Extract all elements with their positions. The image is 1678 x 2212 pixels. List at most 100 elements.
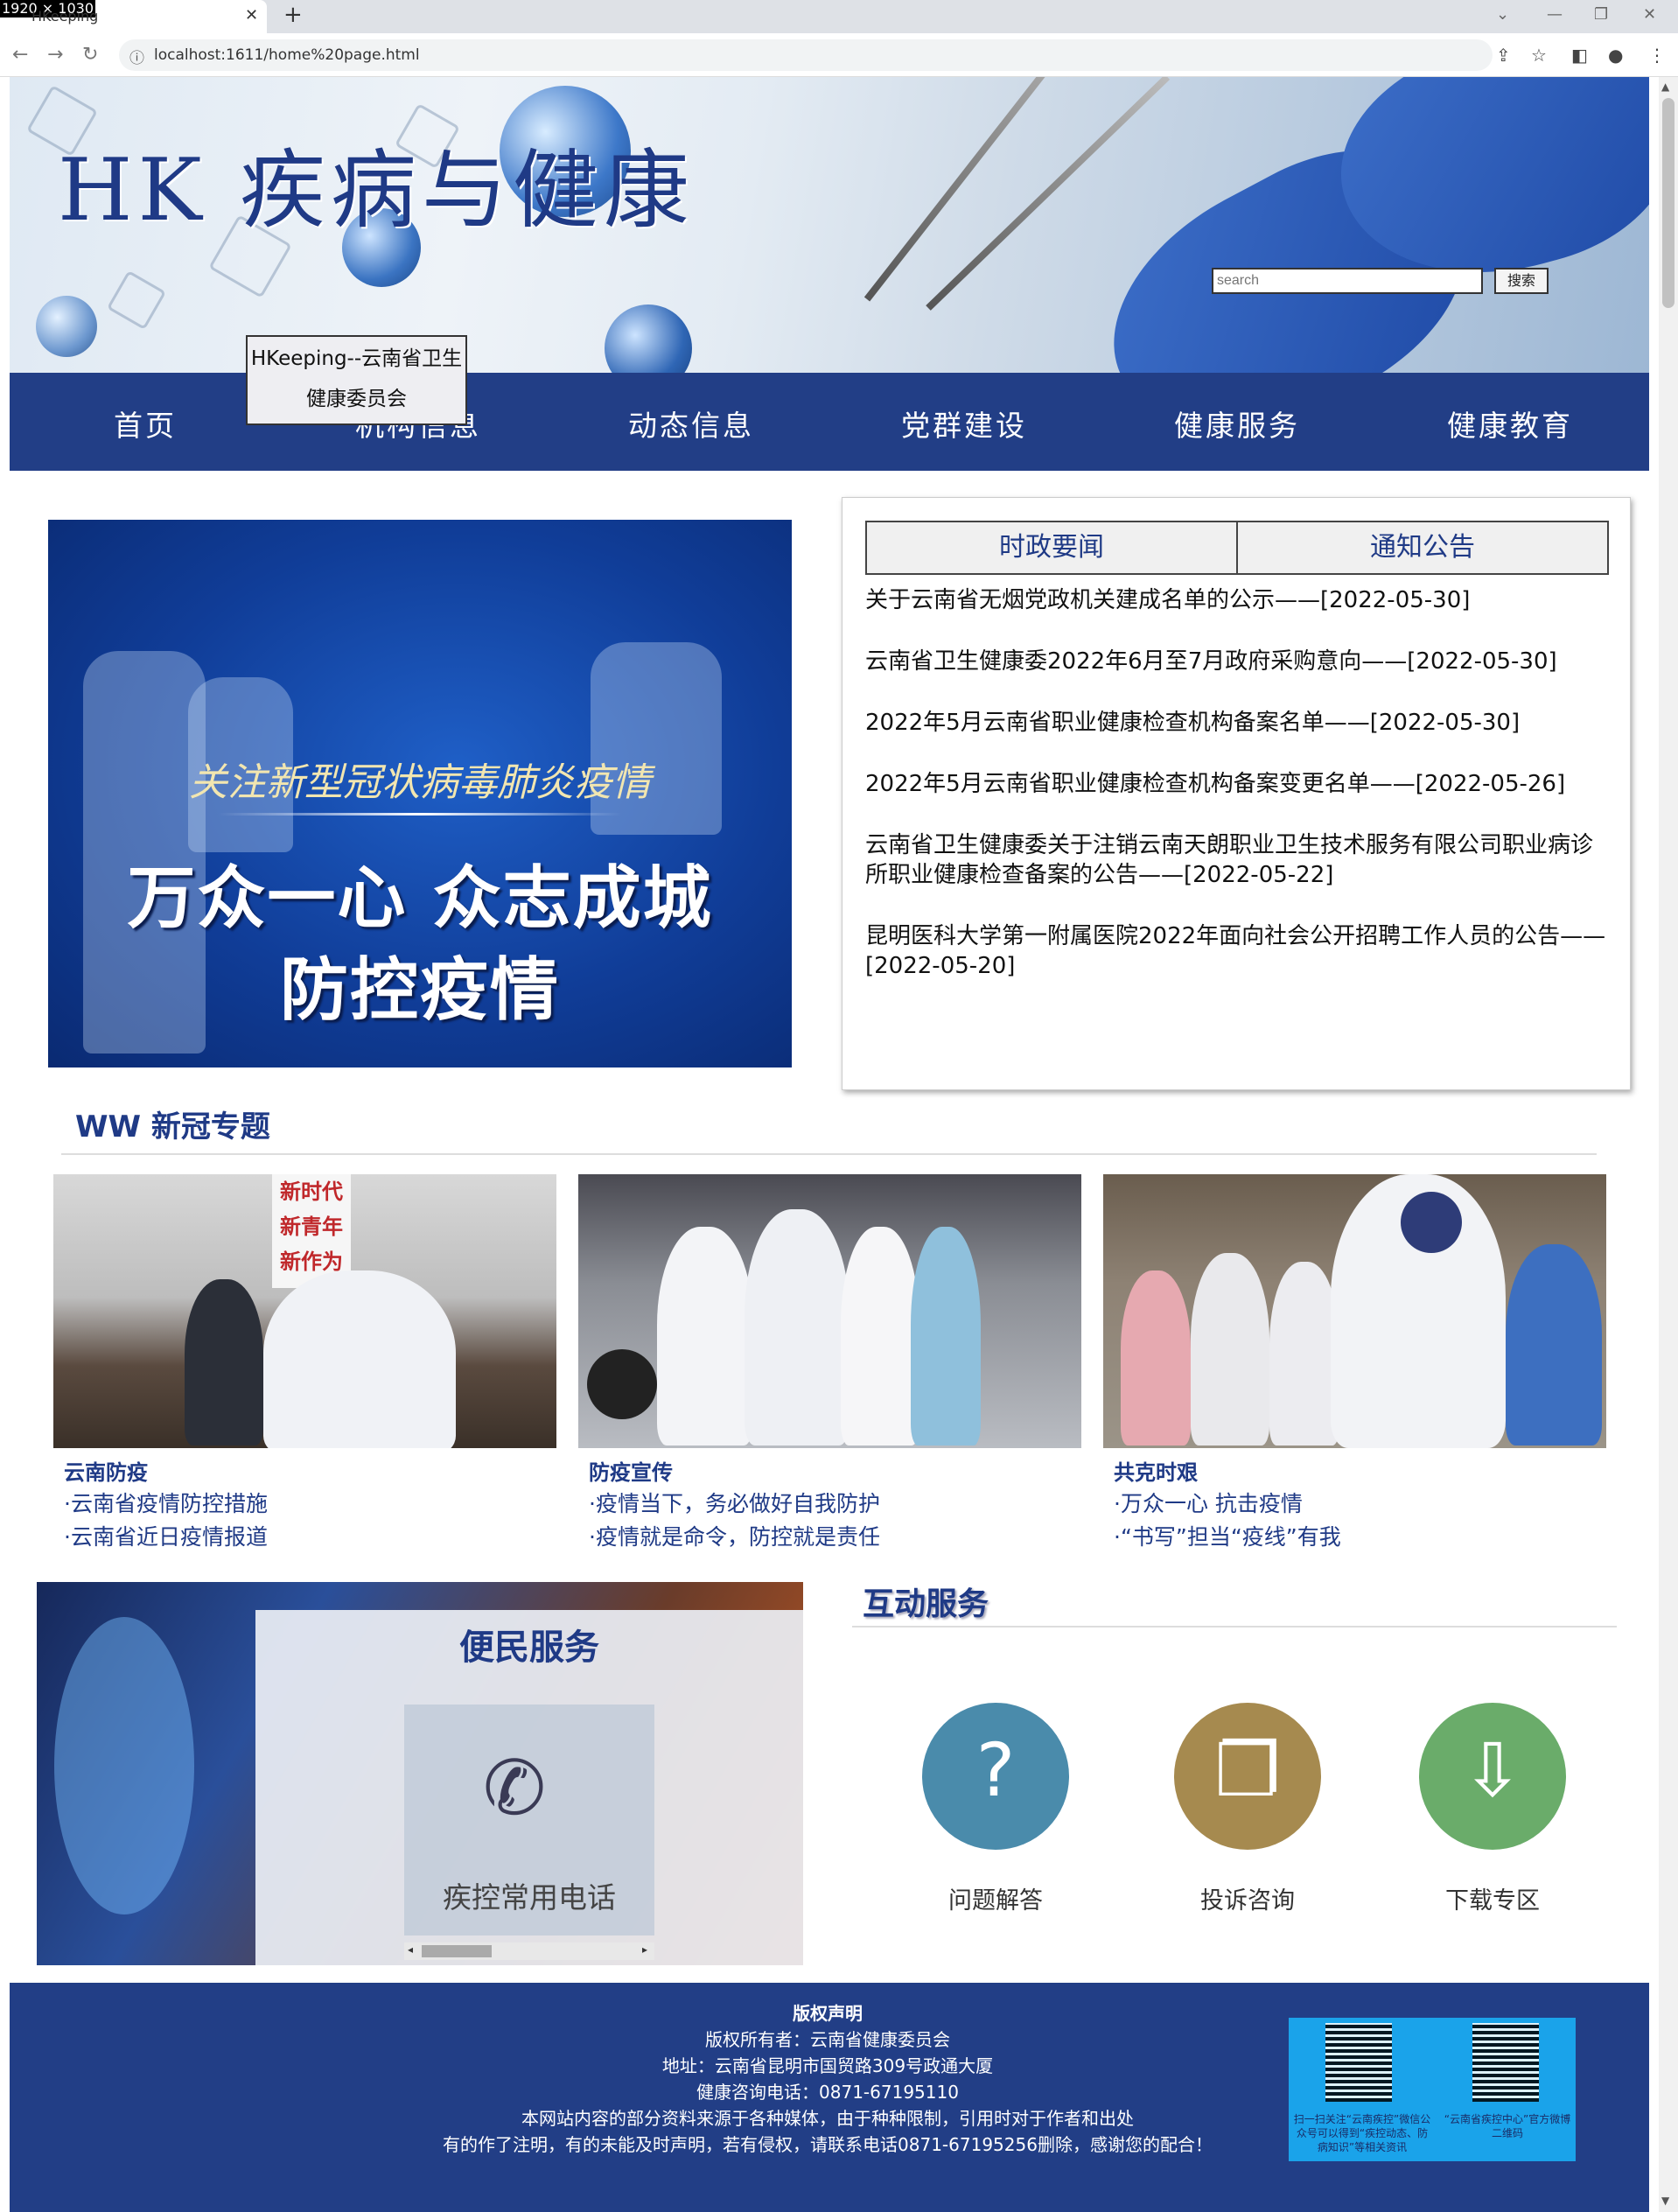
url-bar[interactable]: ⓘ localhost:1611/home%20page.html bbox=[119, 39, 1493, 71]
scroll-up-icon[interactable]: ▲ bbox=[1661, 80, 1669, 93]
new-tab-icon[interactable]: + bbox=[283, 2, 303, 28]
tab-announcements[interactable]: 通知公告 bbox=[1236, 521, 1609, 575]
topic-link[interactable]: ·云南省近日疫情报道 bbox=[64, 1522, 556, 1552]
back-icon[interactable]: ← bbox=[12, 44, 28, 66]
site-info-icon[interactable]: ⓘ bbox=[129, 46, 144, 67]
nav-item-health-services[interactable]: 健康服务 bbox=[1150, 402, 1325, 444]
download-label[interactable]: 下载专区 bbox=[1405, 1881, 1580, 1915]
chat-bubbles-icon: ❐ bbox=[1214, 1727, 1281, 1813]
tab-close-icon[interactable]: ✕ bbox=[245, 6, 258, 24]
search-input[interactable] bbox=[1212, 268, 1483, 294]
scroll-right-icon[interactable]: ▸ bbox=[642, 1943, 647, 1956]
section-divider bbox=[852, 1626, 1617, 1628]
menu-kebab-icon[interactable]: ⋮ bbox=[1648, 45, 1666, 66]
browser-tab[interactable]: 1920 × 1030 HKeeping ✕ bbox=[0, 0, 267, 33]
topic-caption[interactable]: 云南防疫 bbox=[64, 1455, 556, 1486]
news-item[interactable]: 云南省卫生健康委2022年6月至7月政府采购意向——[2022-05-30] bbox=[865, 647, 1609, 676]
qa-label[interactable]: 问题解答 bbox=[908, 1881, 1083, 1915]
restore-icon[interactable]: ❐ bbox=[1594, 5, 1608, 24]
molecule-decoration bbox=[106, 270, 167, 331]
news-item[interactable]: 2022年5月云南省职业健康检查机构备案名单——[2022-05-30] bbox=[865, 708, 1609, 738]
person-figure bbox=[657, 1227, 753, 1446]
url-text[interactable]: localhost:1611/home%20page.html bbox=[154, 46, 420, 64]
service-scroll-thumb[interactable] bbox=[422, 1945, 492, 1957]
download-button[interactable]: ⇩ bbox=[1419, 1703, 1566, 1850]
complaint-label[interactable]: 投诉咨询 bbox=[1160, 1881, 1335, 1915]
nav-item-health-education[interactable]: 健康教育 bbox=[1423, 402, 1598, 444]
person-figure bbox=[1121, 1270, 1191, 1446]
header-banner: HK 疾病与健康 bbox=[10, 77, 1649, 373]
news-panel: 时政要闻 通知公告 关于云南省无烟党政机关建成名单的公示——[2022-05-3… bbox=[842, 497, 1631, 1090]
news-item[interactable]: 昆明医科大学第一附属医院2022年面向社会公开招聘工作人员的公告——[2022-… bbox=[865, 921, 1609, 981]
bookmark-star-icon[interactable]: ☆ bbox=[1531, 45, 1547, 66]
hero-slogan: 万众一心 众志成城 bbox=[127, 859, 713, 938]
scroll-down-icon[interactable]: ▼ bbox=[1661, 2194, 1669, 2207]
scroll-left-icon[interactable]: ◂ bbox=[408, 1943, 413, 1956]
topic-card-together[interactable]: 共克时艰 ·万众一心 抗击疫情 ·“书写”担当“疫线”有我 bbox=[1103, 1174, 1606, 1552]
nav-item-news[interactable]: 动态信息 bbox=[604, 402, 779, 444]
hover-tooltip: HKeeping--云南省卫生 健康委员会 bbox=[246, 335, 467, 425]
person-figure bbox=[1506, 1244, 1602, 1446]
wechat-qr-code bbox=[1325, 2023, 1392, 2102]
person-figure bbox=[1191, 1253, 1269, 1446]
tooltip-line: 健康委员会 bbox=[306, 388, 407, 410]
section-divider bbox=[61, 1153, 1597, 1155]
topic-image[interactable] bbox=[1103, 1174, 1606, 1448]
topic-image[interactable]: 新时代 新青年 新作为 bbox=[53, 1174, 556, 1448]
reload-icon[interactable]: ↻ bbox=[82, 44, 98, 66]
address-toolbar: ← → ↻ ⓘ localhost:1611/home%20page.html … bbox=[0, 33, 1678, 77]
topic-link[interactable]: ·云南省疫情防控措施 bbox=[64, 1489, 556, 1519]
complaint-button[interactable]: ❐ bbox=[1174, 1703, 1321, 1850]
footer: 版权声明 版权所有者：云南省健康委员会 地址：云南省昆明市国贸路309号政通大厦… bbox=[10, 1983, 1649, 2212]
qa-button[interactable]: ? bbox=[922, 1703, 1069, 1850]
topic-card-propaganda[interactable]: 防疫宣传 ·疫情当下，务必做好自我防护 ·疫情就是命令，防控就是责任 bbox=[578, 1174, 1081, 1552]
topic-image[interactable] bbox=[578, 1174, 1081, 1448]
topic-link[interactable]: ·疫情就是命令，防控就是责任 bbox=[589, 1522, 1081, 1552]
news-item[interactable]: 关于云南省无烟党政机关建成名单的公示——[2022-05-30] bbox=[865, 585, 1609, 615]
hero-subtitle: 关注新型冠状病毒肺炎疫情 bbox=[189, 760, 651, 805]
interactive-section-title: 互动服务 bbox=[863, 1586, 989, 1622]
minimize-icon[interactable]: — bbox=[1547, 5, 1563, 24]
profile-avatar-icon[interactable]: ● bbox=[1608, 45, 1623, 66]
sidebar-icon[interactable]: ◧ bbox=[1571, 45, 1588, 66]
qr-caption: 扫一扫关注“云南疾控”微信公众号可以得到“疾控动态、防病知识”等相关资讯 bbox=[1293, 2113, 1431, 2153]
tooltip-line: HKeeping--云南省卫生 bbox=[250, 347, 463, 370]
site-logo: HK 疾病与健康 bbox=[58, 141, 695, 241]
tab-search-icon[interactable]: ⌄ bbox=[1496, 5, 1509, 24]
service-card[interactable]: ✆ 疾控常用电话 bbox=[404, 1704, 654, 1936]
service-scrollbar[interactable]: ◂ ▸ bbox=[404, 1942, 654, 1960]
share-icon[interactable]: ⇪ bbox=[1496, 45, 1511, 66]
news-item[interactable]: 云南省卫生健康委关于注销云南天朗职业卫生技术服务有限公司职业病诊所职业健康检查备… bbox=[865, 830, 1609, 890]
page-scrollbar[interactable]: ▲ ▼ bbox=[1659, 77, 1678, 2212]
service-title: 便民服务 bbox=[459, 1628, 599, 1668]
covid-section-title: WW 新冠专题 bbox=[75, 1110, 270, 1144]
topic-caption[interactable]: 共克时艰 bbox=[1114, 1455, 1606, 1486]
qr-code-panel: 扫一扫关注“云南疾控”微信公众号可以得到“疾控动态、防病知识”等相关资讯 “云南… bbox=[1289, 2018, 1576, 2161]
qr-caption: “云南省疾控中心”官方微博二维码 bbox=[1444, 2113, 1571, 2139]
topic-link[interactable]: ·万众一心 抗击疫情 bbox=[1114, 1489, 1606, 1519]
nav-item-home[interactable]: 首页 bbox=[58, 402, 233, 444]
topic-link[interactable]: ·疫情当下，务必做好自我防护 bbox=[589, 1489, 1081, 1519]
person-figure bbox=[745, 1209, 849, 1446]
topic-card-yunnan[interactable]: 新时代 新青年 新作为 云南防疫 ·云南省疫情防控措施 ·云南省近日疫情报道 bbox=[53, 1174, 556, 1552]
web-page: HK 疾病与健康 搜索 首页 机构信息 动态信息 党群建设 健康服务 健康教育 … bbox=[0, 77, 1659, 2212]
molecule-sphere bbox=[36, 296, 97, 357]
browser-tab-strip: 1920 × 1030 HKeeping ✕ + ⌄ — ❐ ✕ bbox=[0, 0, 1678, 33]
nav-item-party[interactable]: 党群建设 bbox=[877, 402, 1052, 444]
search-button[interactable]: 搜索 bbox=[1494, 268, 1549, 294]
topic-link[interactable]: ·“书写”担当“疫线”有我 bbox=[1114, 1522, 1606, 1552]
window-close-icon[interactable]: ✕ bbox=[1643, 5, 1656, 24]
tab-current-affairs[interactable]: 时政要闻 bbox=[865, 521, 1238, 575]
download-icon: ⇩ bbox=[1461, 1727, 1524, 1813]
topic-caption[interactable]: 防疫宣传 bbox=[589, 1455, 1081, 1486]
forward-icon[interactable]: → bbox=[47, 44, 63, 66]
tab-title: HKeeping bbox=[31, 8, 99, 24]
poster-text: 新时代 新青年 新作为 bbox=[280, 1180, 343, 1274]
news-item[interactable]: 2022年5月云南省职业健康检查机构备案变更名单——[2022-05-26] bbox=[865, 769, 1609, 799]
hero-image[interactable]: 关注新型冠状病毒肺炎疫情 万众一心 众志成城 防控疫情 bbox=[48, 520, 792, 1068]
service-item-label[interactable]: 疾控常用电话 bbox=[404, 1874, 654, 1916]
background-figure bbox=[54, 1617, 194, 1914]
person-figure bbox=[185, 1279, 263, 1446]
tweezer-image bbox=[863, 77, 1096, 302]
scrollbar-thumb[interactable] bbox=[1662, 98, 1675, 308]
